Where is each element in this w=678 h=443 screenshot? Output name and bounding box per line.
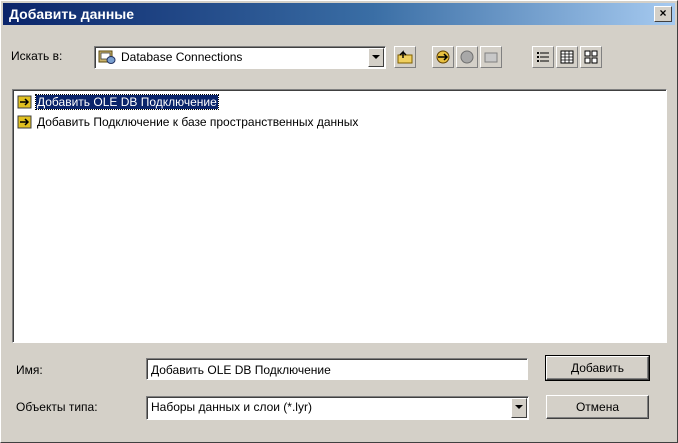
type-dropdown[interactable]: Наборы данных и слои (*.lyr) [146,396,529,420]
name-field-value: Добавить OLE DB Подключение [151,363,331,377]
name-label: Имя: [16,363,43,377]
file-list[interactable]: Добавить OLE DB Подключение Добавить Под… [12,89,667,343]
name-field[interactable]: Добавить OLE DB Подключение [146,358,528,380]
chevron-down-icon[interactable] [368,48,384,67]
window-title: Добавить данные [9,6,135,22]
add-button[interactable]: Добавить [545,355,650,381]
list-view-icon [535,49,551,68]
disconnect-icon [459,49,475,68]
list-item-label: Добавить OLE DB Подключение [35,94,219,110]
look-in-dropdown[interactable]: Database Connections [94,46,386,69]
type-label: Объекты типа: [16,400,98,414]
close-icon: × [659,6,667,20]
add-connection-icon [17,115,33,129]
title-bar[interactable]: Добавить данные × [3,3,675,25]
chevron-down-icon[interactable] [511,398,527,418]
details-view-button[interactable] [556,46,578,68]
details-view-icon [559,49,575,68]
cancel-button[interactable]: Отмена [546,395,649,419]
up-one-level-button[interactable] [394,46,416,68]
thumbnails-view-icon [583,49,599,68]
up-folder-icon [397,49,413,68]
close-button[interactable]: × [654,6,672,22]
add-data-dialog: Добавить данные × Искать в: Database Con… [0,0,678,443]
type-dropdown-value: Наборы данных и слои (*.lyr) [151,400,312,414]
list-view-button[interactable] [532,46,554,68]
look-in-label: Искать в: [11,49,63,63]
thumbnails-view-button[interactable] [580,46,602,68]
look-in-value: Database Connections [121,50,243,64]
list-item-label: Добавить Подключение к базе пространстве… [37,115,359,129]
disconnect-button [456,46,478,68]
add-connection-icon [17,95,33,109]
new-folder-button [480,46,502,68]
database-connections-icon [98,49,116,68]
connect-icon [435,49,451,68]
new-folder-icon [483,49,499,68]
connect-button[interactable] [432,46,454,68]
